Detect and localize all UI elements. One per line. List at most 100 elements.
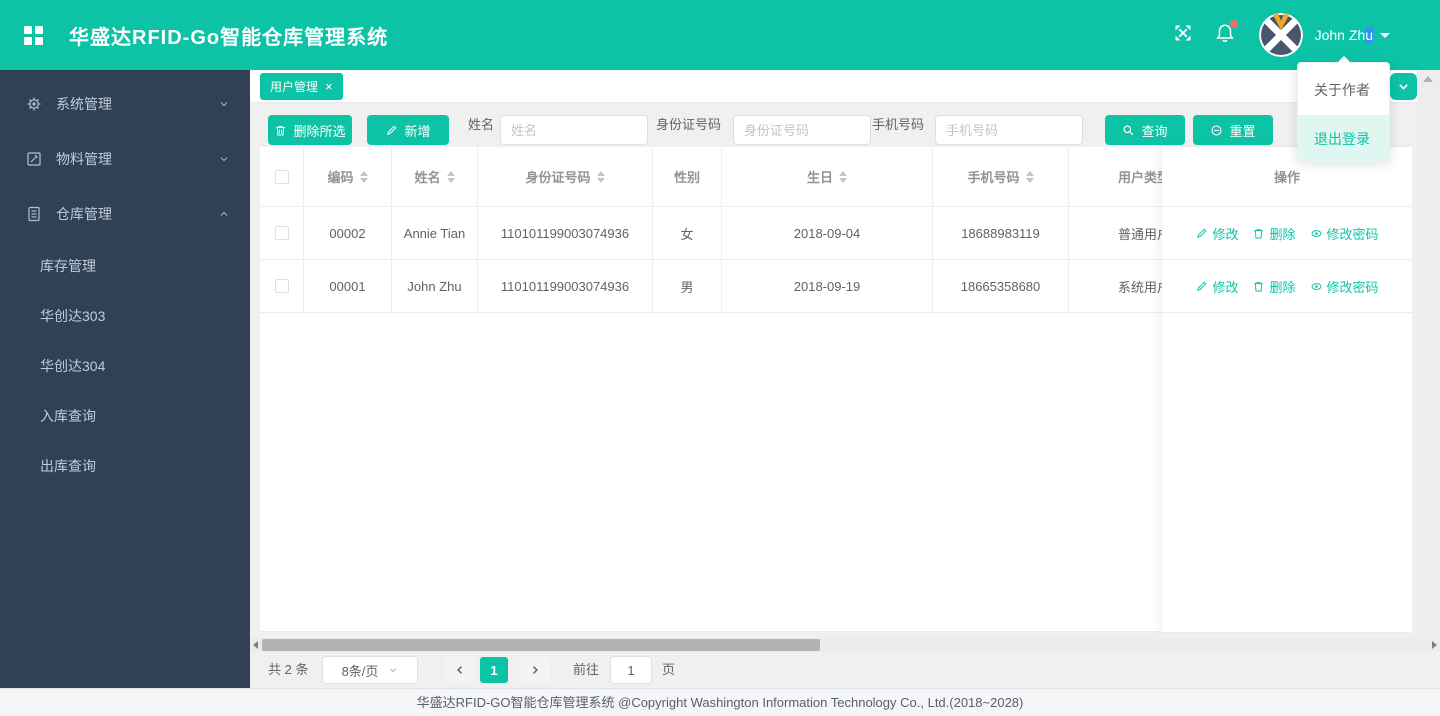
edit-label: 修改: [1212, 279, 1239, 295]
header-right: John Zh u: [1173, 0, 1390, 70]
sidebar-subitem-label: 华创达304: [40, 358, 106, 374]
scroll-up-arrow-icon[interactable]: [1423, 76, 1433, 82]
sort-caret-icon[interactable]: [596, 170, 605, 183]
cell-birthday: 2018-09-19: [722, 260, 933, 312]
reset-label: 重置: [1229, 123, 1256, 139]
row-checkbox[interactable]: [274, 279, 289, 293]
pen-icon: [387, 125, 397, 135]
name-filter-label: 姓名: [468, 117, 495, 132]
tab-user-management[interactable]: 用户管理 ×: [260, 73, 343, 100]
cell-name: John Zhu: [392, 260, 478, 312]
tab-close-icon[interactable]: ×: [325, 80, 333, 93]
chevron-down-icon: [390, 668, 397, 673]
table-row: 00002 Annie Tian 110101199003074936 女 20…: [260, 207, 1162, 260]
edit-link[interactable]: 修改: [1195, 224, 1238, 243]
goto-unit-label: 页: [662, 662, 676, 677]
select-all-checkbox[interactable]: [274, 169, 289, 184]
horizontal-scrollbar-thumb[interactable]: [262, 639, 820, 651]
column-header-id-number[interactable]: 身份证号码: [478, 147, 653, 206]
sidebar-item-label: 系统管理: [56, 95, 112, 112]
grid-dot: [24, 25, 32, 34]
column-label: 编码: [327, 170, 354, 185]
app-window: 华盛达RFID-Go智能仓库管理系统 John Zh u 关于作者 退出登录 系…: [0, 0, 1440, 716]
delete-label: 删除: [1269, 226, 1296, 242]
menu-item-logout[interactable]: 退出登录: [1298, 115, 1389, 161]
id-filter-input[interactable]: [733, 115, 871, 145]
sidebar-item-outbound-query[interactable]: 出库查询: [0, 441, 250, 491]
goto-page-input[interactable]: [610, 656, 652, 684]
reset-button[interactable]: 重置: [1193, 115, 1273, 145]
chevron-up-icon: [220, 211, 228, 216]
grid-dot: [35, 25, 43, 34]
bell-icon[interactable]: [1215, 19, 1238, 48]
phone-filter-input[interactable]: [935, 115, 1083, 145]
delete-link[interactable]: 删除: [1252, 224, 1296, 243]
edit-label: 修改: [1212, 226, 1239, 242]
sidebar-item-inbound-query[interactable]: 入库查询: [0, 391, 250, 441]
column-label: 手机号码: [967, 170, 1020, 185]
sidebar-item-warehouse-management[interactable]: 仓库管理: [0, 186, 250, 241]
document-icon: [28, 206, 40, 221]
prev-page-button[interactable]: [445, 657, 475, 683]
scroll-right-arrow-icon[interactable]: [1432, 641, 1437, 649]
tabs-more-button[interactable]: [1390, 73, 1417, 100]
cell-phone: 18665358680: [933, 260, 1069, 312]
row-checkbox[interactable]: [274, 226, 289, 240]
vertical-scrollbar[interactable]: [1417, 70, 1440, 638]
column-header-phone[interactable]: 手机号码: [933, 147, 1069, 206]
delete-selected-button[interactable]: 删除所选: [268, 115, 352, 145]
horizontal-scrollbar[interactable]: [250, 638, 1440, 652]
cell-name: Annie Tian: [392, 207, 478, 259]
column-label: 姓名: [414, 170, 441, 185]
menu-grid-icon[interactable]: [24, 25, 43, 45]
notification-dot: [1229, 19, 1238, 28]
sidebar-item-huachuangda-304[interactable]: 华创达304: [0, 341, 250, 391]
minus-circle-icon: [1211, 125, 1222, 135]
add-button[interactable]: 新增: [367, 115, 449, 145]
grid-dot: [35, 36, 43, 45]
sort-caret-icon[interactable]: [446, 170, 455, 183]
menu-item-about-author[interactable]: 关于作者: [1298, 71, 1389, 109]
edit-link[interactable]: 修改: [1195, 277, 1238, 296]
delete-label: 删除: [1269, 279, 1296, 295]
change-password-link[interactable]: 修改密码: [1310, 224, 1379, 243]
chevron-down-icon: [220, 101, 228, 106]
sidebar-item-system-management[interactable]: 系统管理: [0, 76, 250, 131]
goto-label: 前往: [573, 662, 600, 677]
sidebar-item-material-management[interactable]: 物料管理: [0, 131, 250, 186]
sort-caret-icon[interactable]: [839, 170, 847, 183]
next-page-button[interactable]: [520, 657, 550, 683]
sort-caret-icon[interactable]: [359, 170, 368, 183]
app-header: 华盛达RFID-Go智能仓库管理系统 John Zh u: [0, 0, 1440, 70]
gear-icon: [27, 97, 41, 110]
warehouse-submenu: 库存管理 华创达303 华创达304 入库查询 出库查询: [0, 241, 250, 491]
column-header-birthday[interactable]: 生日: [722, 147, 933, 206]
change-password-label: 修改密码: [1326, 279, 1379, 295]
trash-icon: [276, 125, 286, 135]
column-header-name[interactable]: 姓名: [392, 147, 478, 206]
cell-phone: 18688983119: [933, 207, 1069, 259]
sidebar-item-huachuangda-303[interactable]: 华创达303: [0, 291, 250, 341]
page-size-select[interactable]: 8条/页: [322, 656, 418, 684]
grid-dot: [24, 36, 32, 45]
cell-code: 00001: [304, 260, 392, 312]
search-button[interactable]: 查询: [1105, 115, 1185, 145]
table-header-row: 编码 姓名 身份证号码 性别 生日 手机号码 用户类: [260, 147, 1162, 207]
name-filter-input[interactable]: [500, 115, 648, 145]
change-password-link[interactable]: 修改密码: [1310, 277, 1379, 296]
phone-filter-label: 手机号码: [872, 117, 925, 132]
sidebar-subitem-label: 出库查询: [40, 458, 96, 474]
avatar[interactable]: [1258, 13, 1303, 57]
delete-selected-label: 删除所选: [293, 123, 346, 139]
chevron-left-icon: [457, 666, 463, 674]
sidebar-item-inventory-management[interactable]: 库存管理: [0, 241, 250, 291]
column-header-code[interactable]: 编码: [304, 147, 392, 206]
page-number-current[interactable]: 1: [480, 657, 508, 683]
delete-link[interactable]: 删除: [1252, 277, 1296, 296]
fullscreen-icon[interactable]: [1173, 23, 1193, 48]
users-table: 编码 姓名 身份证号码 性别 生日 手机号码 用户类 00002 Annie T…: [260, 147, 1412, 632]
sort-caret-icon[interactable]: [1025, 170, 1034, 183]
scroll-left-arrow-icon[interactable]: [253, 641, 258, 649]
user-menu[interactable]: John Zh u: [1315, 27, 1390, 43]
sidebar-subitem-label: 华创达303: [40, 308, 106, 324]
